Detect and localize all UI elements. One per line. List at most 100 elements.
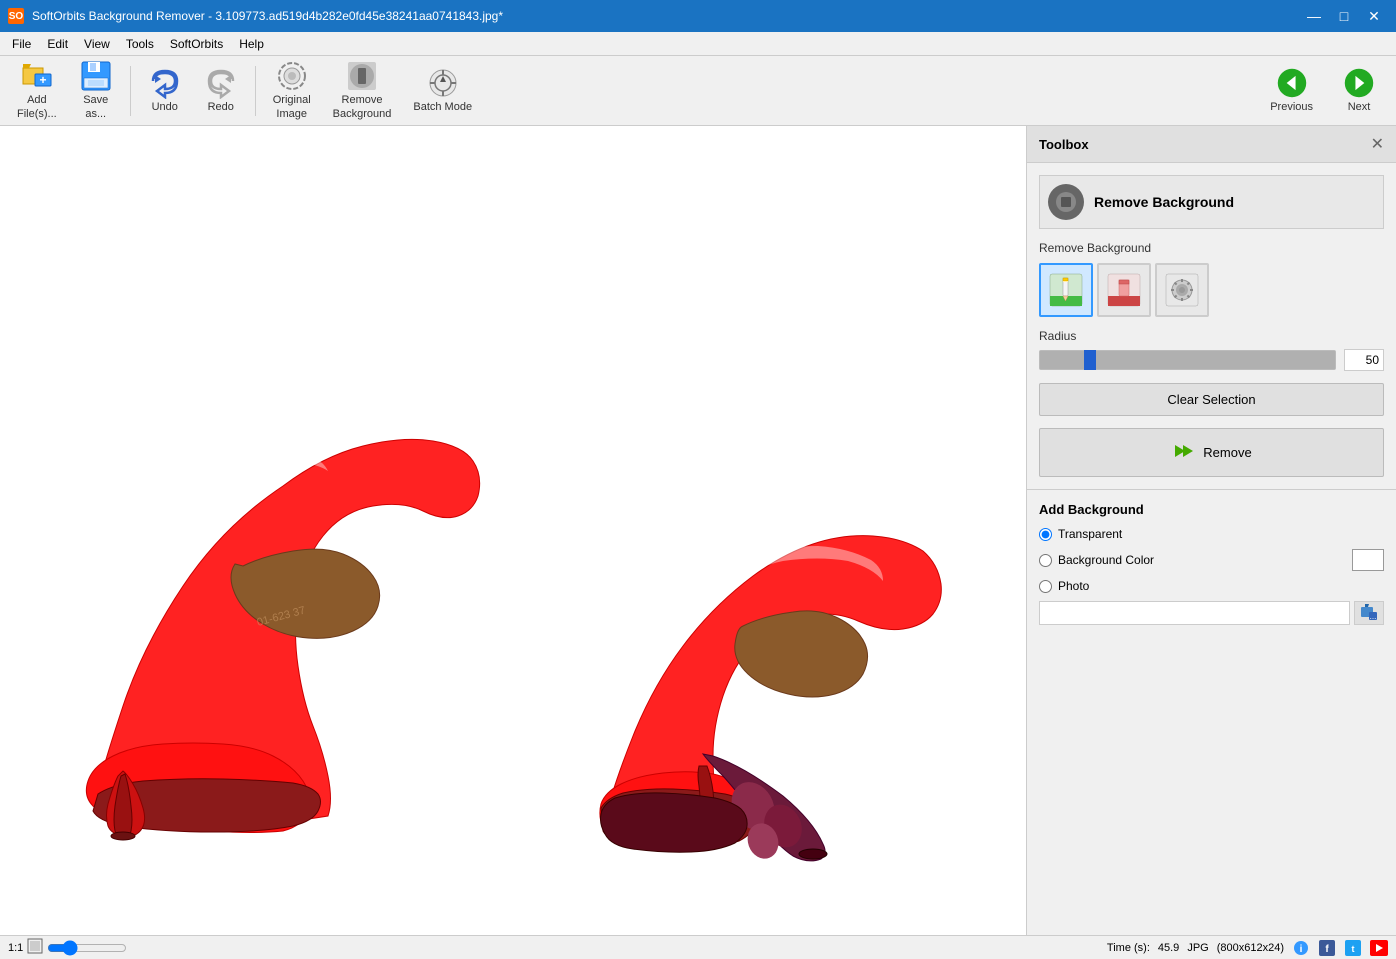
batch-mode-label: Batch Mode xyxy=(413,101,472,114)
remove-background-icon xyxy=(346,60,378,92)
add-background-section: Add Background Transparent Background Co… xyxy=(1027,490,1396,637)
toolbox-title: Toolbox xyxy=(1039,137,1089,152)
radius-row: 50 xyxy=(1039,349,1384,371)
radius-track xyxy=(1040,351,1335,369)
undo-button[interactable]: Undo xyxy=(139,62,191,120)
remove-background-label: RemoveBackground xyxy=(333,94,392,120)
next-button[interactable]: Next xyxy=(1330,62,1388,120)
title-bar-left: SO SoftOrbits Background Remover - 3.109… xyxy=(8,8,503,24)
photo-browse-button[interactable]: ... xyxy=(1354,601,1384,625)
title-controls: — □ ✕ xyxy=(1300,6,1388,26)
shoe-image: 01-623 37 xyxy=(63,186,963,876)
transparent-radio[interactable] xyxy=(1039,528,1052,541)
mark-background-button[interactable] xyxy=(1097,263,1151,317)
status-right-area: Time (s): 45.9 JPG (800x612x24) i f t xyxy=(1107,939,1388,957)
toolbar-separator-2 xyxy=(255,66,256,116)
toolbar-separator-1 xyxy=(130,66,131,116)
remove-background-label: Remove Background xyxy=(1039,241,1384,255)
background-color-label[interactable]: Background Color xyxy=(1058,553,1154,567)
close-button[interactable]: ✕ xyxy=(1360,6,1388,26)
mark-foreground-button[interactable] xyxy=(1039,263,1093,317)
save-as-label: Saveas... xyxy=(83,94,108,120)
remove-background-section-icon xyxy=(1048,184,1084,220)
clear-selection-button[interactable]: Clear Selection xyxy=(1039,383,1384,416)
previous-button[interactable]: Previous xyxy=(1257,62,1326,120)
toolbox-panel: Toolbox ✕ Remove Background Remove Backg… xyxy=(1026,126,1396,935)
remove-label: Remove xyxy=(1203,445,1251,460)
original-image-button[interactable]: OriginalImage xyxy=(264,62,320,120)
toolbar: + AddFile(s)... Saveas... Undo xyxy=(0,56,1396,126)
time-label: Time (s): xyxy=(1107,942,1150,954)
save-as-button[interactable]: Saveas... xyxy=(70,62,122,120)
minimize-button[interactable]: — xyxy=(1300,6,1328,26)
menu-edit[interactable]: Edit xyxy=(39,35,76,53)
previous-label: Previous xyxy=(1270,101,1313,114)
dimensions-label: (800x612x24) xyxy=(1217,942,1284,954)
undo-icon xyxy=(149,67,181,99)
photo-radio[interactable] xyxy=(1039,580,1052,593)
photo-path-input[interactable] xyxy=(1039,601,1350,625)
photo-option-row: Photo xyxy=(1039,579,1384,593)
photo-label[interactable]: Photo xyxy=(1058,579,1089,593)
canvas-area[interactable]: 01-623 37 xyxy=(0,126,1026,935)
menu-help[interactable]: Help xyxy=(231,35,272,53)
next-icon xyxy=(1343,67,1375,99)
original-image-label: OriginalImage xyxy=(273,94,311,120)
redo-icon xyxy=(205,67,237,99)
status-zoom: 1:1 xyxy=(8,938,127,957)
background-color-swatch[interactable] xyxy=(1352,549,1384,571)
menu-view[interactable]: View xyxy=(76,35,118,53)
radius-label: Radius xyxy=(1039,329,1384,343)
svg-text:...: ... xyxy=(1370,612,1377,621)
previous-icon xyxy=(1276,67,1308,99)
tool-buttons-row xyxy=(1039,263,1384,317)
remove-background-section: Remove Background Remove Background xyxy=(1027,163,1396,490)
remove-background-header: Remove Background xyxy=(1039,175,1384,229)
svg-text:+: + xyxy=(39,73,46,87)
app-icon: SO xyxy=(8,8,24,24)
status-bar: 1:1 Time (s): 45.9 JPG (800x612x24) i f xyxy=(0,935,1396,959)
undo-label: Undo xyxy=(152,101,178,114)
toolbox-close-button[interactable]: ✕ xyxy=(1371,134,1384,154)
zoom-icon-fit xyxy=(27,938,43,957)
image-display: 01-623 37 xyxy=(0,126,1026,935)
batch-mode-button[interactable]: Batch Mode xyxy=(404,62,481,120)
menu-file[interactable]: File xyxy=(4,35,39,53)
original-image-icon xyxy=(276,60,308,92)
transparent-label[interactable]: Transparent xyxy=(1058,527,1122,541)
youtube-icon[interactable] xyxy=(1370,939,1388,957)
remove-button[interactable]: Remove xyxy=(1039,428,1384,477)
add-background-title: Add Background xyxy=(1039,502,1384,517)
twitter-icon[interactable]: t xyxy=(1344,939,1362,957)
zoom-slider[interactable] xyxy=(47,940,127,956)
info-icon[interactable]: i xyxy=(1292,939,1310,957)
radius-thumb[interactable] xyxy=(1084,350,1096,370)
bg-color-option-row: Background Color xyxy=(1039,549,1384,571)
toolbox-header: Toolbox ✕ xyxy=(1027,126,1396,163)
facebook-icon[interactable]: f xyxy=(1318,939,1336,957)
radius-value[interactable]: 50 xyxy=(1344,349,1384,371)
save-as-icon xyxy=(80,60,112,92)
redo-label: Redo xyxy=(208,101,234,114)
title-text: SoftOrbits Background Remover - 3.109773… xyxy=(32,9,503,23)
remove-background-button[interactable]: RemoveBackground xyxy=(324,62,401,120)
batch-mode-icon xyxy=(427,67,459,99)
add-files-button[interactable]: + AddFile(s)... xyxy=(8,62,66,120)
background-color-radio[interactable] xyxy=(1039,554,1052,567)
format-label: JPG xyxy=(1187,942,1208,954)
remove-background-title: Remove Background xyxy=(1094,194,1234,210)
menu-tools[interactable]: Tools xyxy=(118,35,162,53)
svg-text:i: i xyxy=(1300,944,1303,955)
time-value: 45.9 xyxy=(1158,942,1179,954)
transparent-option-row: Transparent xyxy=(1039,527,1384,541)
menu-softorbits[interactable]: SoftOrbits xyxy=(162,35,231,53)
photo-path-row: ... xyxy=(1039,601,1384,625)
svg-text:t: t xyxy=(1352,944,1355,954)
auto-select-button[interactable] xyxy=(1155,263,1209,317)
add-files-label: AddFile(s)... xyxy=(17,94,57,120)
redo-button[interactable]: Redo xyxy=(195,62,247,120)
radius-slider[interactable] xyxy=(1039,350,1336,370)
maximize-button[interactable]: □ xyxy=(1330,6,1358,26)
nav-buttons: Previous Next xyxy=(1257,62,1388,120)
title-bar: SO SoftOrbits Background Remover - 3.109… xyxy=(0,0,1396,32)
